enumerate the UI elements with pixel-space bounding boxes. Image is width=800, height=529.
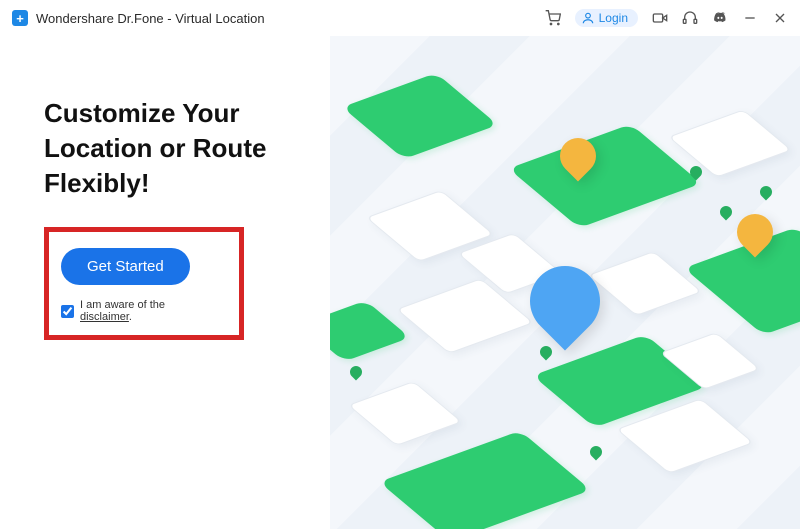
disclaimer-prefix: I am aware of the bbox=[80, 299, 165, 311]
building-shape bbox=[588, 251, 702, 316]
discord-icon[interactable] bbox=[712, 10, 728, 26]
disclaimer-row[interactable]: I am aware of the disclaimer. bbox=[61, 299, 217, 323]
tree-shape bbox=[348, 364, 365, 381]
video-icon[interactable] bbox=[652, 10, 668, 26]
titlebar-right: Login bbox=[545, 9, 788, 27]
headset-icon[interactable] bbox=[682, 10, 698, 26]
building-shape bbox=[668, 109, 792, 177]
cta-highlight-box: Get Started I am aware of the disclaimer… bbox=[44, 227, 244, 340]
park-shape bbox=[379, 431, 591, 529]
get-started-button[interactable]: Get Started bbox=[61, 248, 190, 285]
cart-icon[interactable] bbox=[545, 10, 561, 26]
tree-shape bbox=[758, 184, 775, 201]
park-shape bbox=[342, 73, 498, 159]
app-title: Wondershare Dr.Fone - Virtual Location bbox=[36, 11, 265, 26]
user-icon bbox=[581, 11, 595, 25]
tree-shape bbox=[718, 204, 735, 221]
disclaimer-link[interactable]: disclaimer bbox=[80, 311, 129, 323]
login-button[interactable]: Login bbox=[575, 9, 638, 27]
headline-line2: Location or Route bbox=[44, 133, 266, 163]
titlebar: Wondershare Dr.Fone - Virtual Location L… bbox=[0, 0, 800, 36]
app-icon bbox=[12, 10, 28, 26]
titlebar-left: Wondershare Dr.Fone - Virtual Location bbox=[12, 10, 265, 26]
building-shape bbox=[348, 381, 462, 446]
minimize-icon[interactable] bbox=[742, 10, 758, 26]
login-label: Login bbox=[599, 11, 628, 25]
headline: Customize Your Location or Route Flexibl… bbox=[44, 96, 330, 201]
close-icon[interactable] bbox=[772, 10, 788, 26]
isometric-map bbox=[330, 36, 800, 529]
left-panel: Customize Your Location or Route Flexibl… bbox=[0, 36, 330, 529]
tree-shape bbox=[538, 344, 555, 361]
headline-line3: Flexibly! bbox=[44, 168, 149, 198]
headline-line1: Customize Your bbox=[44, 98, 240, 128]
disclaimer-checkbox[interactable] bbox=[61, 305, 74, 318]
disclaimer-text: I am aware of the disclaimer. bbox=[80, 299, 217, 323]
main-content: Customize Your Location or Route Flexibl… bbox=[0, 36, 800, 529]
illustration-panel bbox=[330, 36, 800, 529]
disclaimer-suffix: . bbox=[129, 311, 132, 323]
tree-shape bbox=[588, 444, 605, 461]
